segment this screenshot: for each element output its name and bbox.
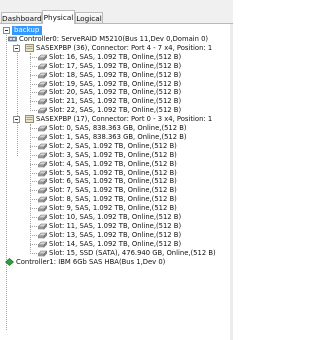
collapse-toggle[interactable] xyxy=(13,44,20,52)
tree-item-drive[interactable]: Slot: 17, SAS, 1.092 TB, Online,(512 B) xyxy=(0,62,233,71)
tree-item-label: Slot: 0, SAS, 838.363 GB, Online,(512 B) xyxy=(49,124,187,132)
tree-item-drive[interactable]: Slot: 15, SSD (SATA), 476.940 GB, Online… xyxy=(0,249,233,258)
tree-item-label: Slot: 5, SAS, 1.092 TB, Online,(512 B) xyxy=(49,168,177,177)
tree-item-label: Slot: 6, SAS, 1.092 TB, Online,(512 B) xyxy=(49,177,177,186)
tree-item-enclosure[interactable]: SASEXPBP (36), Connector: Port 4 - 7 x4,… xyxy=(0,44,233,53)
tree-item-drive[interactable]: Slot: 8, SAS, 1.092 TB, Online,(512 B) xyxy=(0,195,233,204)
tree-item-drive[interactable]: Slot: 6, SAS, 1.092 TB, Online,(512 B) xyxy=(0,177,233,186)
tree-item-drive[interactable]: Slot: 1, SAS, 838.363 GB, Online,(512 B) xyxy=(0,133,233,142)
tree-item-drive[interactable]: Slot: 0, SAS, 838.363 GB, Online,(512 B) xyxy=(0,124,233,133)
tree-item-label: Slot: 20, SAS, 1.092 TB, Online,(512 B) xyxy=(49,88,182,97)
tree-item-label: Slot: 16, SAS, 1.092 TB, Online,(512 B) xyxy=(49,52,182,61)
tree-item-label: Slot: 13, SAS, 1.092 TB, Online,(512 B) xyxy=(49,230,182,239)
tree-item-drive[interactable]: Slot: 9, SAS, 1.092 TB, Online,(512 B) xyxy=(0,204,233,213)
tree-item-drive[interactable]: Slot: 2, SAS, 1.092 TB, Online,(512 B) xyxy=(0,142,233,151)
tab-dashboard[interactable]: Dashboard xyxy=(1,12,42,23)
vertical-scrollbar[interactable] xyxy=(230,24,233,340)
tree-item-label: Slot: 7, SAS, 1.092 TB, Online,(512 B) xyxy=(49,186,177,195)
tree-item-label: Slot: 21, SAS, 1.092 TB, Online,(512 B) xyxy=(49,97,182,106)
tab-logical[interactable]: Logical xyxy=(75,12,103,23)
tree-item-label: Slot: 15, SSD (SATA), 476.940 GB, Online… xyxy=(49,248,216,257)
tree-item-label: Slot: 17, SAS, 1.092 TB, Online,(512 B) xyxy=(49,61,182,70)
tree-item-label: Slot: 18, SAS, 1.092 TB, Online,(512 B) xyxy=(49,70,182,79)
tree-guide-line xyxy=(30,52,31,112)
tree-item-label: Slot: 4, SAS, 1.092 TB, Online,(512 B) xyxy=(49,159,177,168)
tree-item-label: Slot: 3, SAS, 1.092 TB, Online,(512 B) xyxy=(49,150,177,159)
tree-item-drive[interactable]: Slot: 10, SAS, 1.092 TB, Online,(512 B) xyxy=(0,213,233,222)
tree-item-drive[interactable]: Slot: 7, SAS, 1.092 TB, Online,(512 B) xyxy=(0,186,233,195)
tab-physical[interactable]: Physical xyxy=(42,10,75,24)
tree-item-drive[interactable]: Slot: 21, SAS, 1.092 TB, Online,(512 B) xyxy=(0,97,233,106)
tree-item-drive[interactable]: Slot: 3, SAS, 1.092 TB, Online,(512 B) xyxy=(0,151,233,160)
tree-item-drive[interactable]: Slot: 19, SAS, 1.092 TB, Online,(512 B) xyxy=(0,80,233,89)
tree-item-label: Controller0: ServeRAID M5210(Bus 11,Dev … xyxy=(19,35,209,43)
tree-item-drive[interactable]: Slot: 18, SAS, 1.092 TB, Online,(512 B) xyxy=(0,71,233,80)
collapse-toggle[interactable] xyxy=(3,27,10,34)
tree-item-label: Slot: 19, SAS, 1.092 TB, Online,(512 B) xyxy=(49,79,182,88)
tree-item-drive[interactable]: Slot: 22, SAS, 1.092 TB, Online,(512 B) xyxy=(0,106,233,115)
tree-item-drive[interactable]: Slot: 14, SAS, 1.092 TB, Online,(512 B) xyxy=(0,240,233,249)
tree-item-controller1[interactable]: Controller1: IBM 6Gb SAS HBA(Bus 1,Dev 0… xyxy=(0,258,233,267)
hba-controller-icon xyxy=(5,257,14,269)
tree-item-drive[interactable]: Slot: 5, SAS, 1.092 TB, Online,(512 B) xyxy=(0,169,233,178)
tree-item-enclosure[interactable]: SASEXPBP (17), Connector: Port 0 - 3 x4,… xyxy=(0,115,233,124)
tree-item-label: Slot: 1, SAS, 838.363 GB, Online,(512 B) xyxy=(49,132,187,141)
tree-item-label: Slot: 9, SAS, 1.092 TB, Online,(512 B) xyxy=(49,204,177,213)
tree-item-label: Slot: 10, SAS, 1.092 TB, Online,(512 B) xyxy=(49,213,182,221)
tree-item-label: Slot: 22, SAS, 1.092 TB, Online,(512 B) xyxy=(49,106,182,115)
physical-tree-panel: backup Controller0: ServeRAID M5210(Bus … xyxy=(0,24,233,340)
tree-item-label: SASEXPBP (36), Connector: Port 4 - 7 x4,… xyxy=(36,43,213,52)
tree-item-drive[interactable]: Slot: 4, SAS, 1.092 TB, Online,(512 B) xyxy=(0,160,233,169)
collapse-toggle[interactable] xyxy=(13,116,20,124)
tree-root-backup[interactable]: backup xyxy=(12,26,42,35)
tree-item-label: Slot: 2, SAS, 1.092 TB, Online,(512 B) xyxy=(49,141,177,150)
tree-item-label: SASEXPBP (17), Connector: Port 0 - 3 x4,… xyxy=(36,115,213,124)
tree-guide-line xyxy=(30,124,31,254)
tree-item-controller0[interactable]: Controller0: ServeRAID M5210(Bus 11,Dev … xyxy=(0,35,233,44)
tree-item-drive[interactable]: Slot: 11, SAS, 1.092 TB, Online,(512 B) xyxy=(0,222,233,231)
tree-item-label: Controller1: IBM 6Gb SAS HBA(Bus 1,Dev 0… xyxy=(16,257,166,266)
tree-item-drive[interactable]: Slot: 20, SAS, 1.092 TB, Online,(512 B) xyxy=(0,88,233,97)
tree-item-label: Slot: 11, SAS, 1.092 TB, Online,(512 B) xyxy=(49,221,182,230)
tab-bar: Dashboard Physical Logical xyxy=(0,0,233,24)
tree-item-label: Slot: 14, SAS, 1.092 TB, Online,(512 B) xyxy=(49,239,182,248)
tree-item-drive[interactable]: Slot: 13, SAS, 1.092 TB, Online,(512 B) xyxy=(0,231,233,240)
tree-item-drive[interactable]: Slot: 16, SAS, 1.092 TB, Online,(512 B) xyxy=(0,53,233,62)
tree-item-label: Slot: 8, SAS, 1.092 TB, Online,(512 B) xyxy=(49,195,177,204)
